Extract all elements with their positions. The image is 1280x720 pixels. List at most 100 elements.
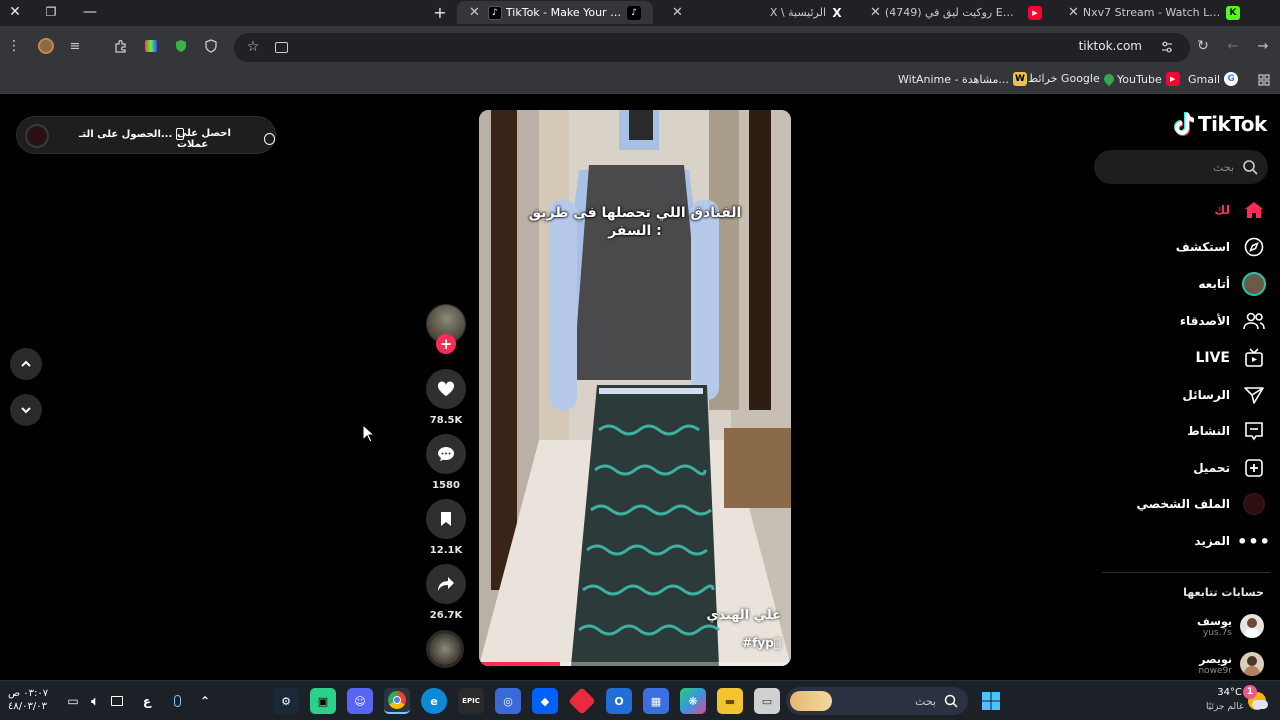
site-settings-icon[interactable] — [1156, 36, 1178, 58]
profile-avatar-icon — [1242, 492, 1266, 516]
windows-start-icon[interactable] — [978, 688, 1004, 714]
following-avatar — [1240, 614, 1264, 638]
tiktok-page: الحصول على التـ... احصل على عملات الفناد… — [0, 96, 1280, 680]
video-author[interactable]: علي الهندي — [706, 608, 781, 623]
edge-icon[interactable]: e — [421, 688, 447, 714]
search-box[interactable]: بحث — [1094, 150, 1268, 184]
like-action[interactable]: 78.5K — [426, 369, 466, 426]
extension-avatar-icon[interactable] — [35, 35, 57, 57]
address-bar[interactable]: ☆ tiktok.com — [234, 33, 1190, 62]
clock[interactable]: ٠٣:٠٧ ص ٤٨/٠٣/٠٣ — [8, 687, 48, 713]
outlook-icon[interactable]: O — [606, 688, 632, 714]
file-explorer-icon[interactable]: ▬ — [717, 688, 743, 714]
save-action[interactable]: 12.1K — [426, 499, 466, 556]
get-app-link[interactable]: الحصول على التـ... — [79, 128, 185, 140]
bookmark-star-icon[interactable]: ☆ — [242, 36, 264, 58]
video-player[interactable]: الفنادق اللي تحصلها في طريق السفر : علي … — [479, 110, 791, 666]
tab-tiktok[interactable]: ✕ ♪ TikTok - Make Your Day ♪ — [457, 1, 653, 24]
kick-icon: K — [1226, 5, 1240, 20]
apps-grid-icon[interactable] — [1253, 69, 1275, 91]
bookmarks-bar: Gmail G YouTube ▶ خرائط Google WitAnime … — [0, 66, 1280, 94]
nav-messages[interactable]: الرسائل — [1096, 380, 1266, 410]
store-icon[interactable]: ▦ — [643, 688, 669, 714]
tab-youtube[interactable]: ✕ (4749) روكيت ليق في EWC 26 - ▶ — [858, 1, 1054, 24]
share-arrow-icon[interactable] — [426, 564, 466, 604]
nav-following[interactable]: أتابعه — [1096, 269, 1266, 299]
nav-profile[interactable]: الملف الشخصي — [1096, 489, 1266, 519]
nav-more[interactable]: المزيد ••• — [1096, 526, 1269, 556]
tiktok-logo[interactable]: TikTok — [1172, 112, 1267, 136]
tab-close-icon[interactable]: ✕ — [870, 5, 881, 20]
window-close-button[interactable]: ✕ — [3, 1, 27, 23]
microphone-icon[interactable] — [164, 688, 190, 714]
back-arrow-icon[interactable]: → — [1252, 35, 1274, 57]
tab-close-icon[interactable]: ✕ — [672, 5, 683, 20]
media-controls-icon[interactable]: ≡ — [64, 35, 86, 57]
reload-icon[interactable]: ↻ — [1192, 35, 1214, 57]
bookmark-witanime[interactable]: WitAnime - مشاهدة... W — [898, 72, 1031, 86]
forward-arrow-icon[interactable]: ← — [1222, 35, 1244, 57]
following-item[interactable]: نويصر nowe9r — [1198, 652, 1264, 676]
following-item[interactable]: يوسف yus.7s — [1197, 614, 1264, 638]
bookmark-icon[interactable] — [426, 499, 466, 539]
following-avatar-icon — [1242, 272, 1266, 296]
ubisoft-icon[interactable]: ◎ — [495, 688, 521, 714]
adblock-shield-icon[interactable] — [170, 35, 192, 57]
chevron-down-icon — [21, 407, 31, 414]
tab-x[interactable]: ✕ X \ الرئيسية X — [660, 1, 856, 24]
next-video-button[interactable] — [10, 394, 42, 426]
weather-widget[interactable]: 34°C غالم جزئيًا — [1206, 686, 1244, 714]
activity-icon — [1242, 419, 1266, 443]
comment-bubble-icon[interactable] — [426, 434, 466, 474]
friends-icon — [1242, 309, 1266, 333]
new-tab-button[interactable]: + — [428, 1, 452, 23]
follow-plus-button[interactable]: + — [436, 334, 456, 354]
app-green-icon[interactable]: ▣ — [310, 688, 336, 714]
window-restore-button[interactable]: ❐ — [39, 1, 63, 23]
discord-icon[interactable]: ☺ — [347, 688, 373, 714]
nav-explore[interactable]: استكشف — [1096, 232, 1266, 262]
nav-for-you[interactable]: لك — [1096, 195, 1266, 225]
tab-kick[interactable]: ✕ Nxv7 Stream - Watch Live on Ki K — [1056, 1, 1252, 24]
menu-kebab-icon[interactable]: ⋮ — [3, 35, 25, 57]
share-action[interactable]: 26.7K — [426, 564, 466, 621]
network-icon[interactable] — [104, 688, 130, 714]
bookmark-maps[interactable]: خرائط Google — [1028, 71, 1118, 86]
taskbar-search[interactable]: بحث — [786, 687, 968, 715]
like-count: 78.5K — [429, 415, 463, 426]
windows-taskbar: ٠٣:٠٧ ص ٤٨/٠٣/٠٣ ▭ 🔈︎ ع ⌃ ⚙ ▣ ☺ e EPIC ◎… — [0, 680, 1280, 720]
home-icon — [1242, 198, 1266, 222]
get-coins-link[interactable]: احصل على عملات — [177, 128, 275, 150]
extension-color-icon[interactable] — [140, 35, 162, 57]
translate-icon[interactable] — [270, 36, 292, 58]
video-hashtag[interactable]: #fyp‌🏻 — [742, 636, 781, 650]
language-indicator[interactable]: ع — [134, 688, 160, 714]
clock-date: ٤٨/٠٣/٠٣ — [8, 701, 47, 712]
app-red-diamond-icon[interactable] — [568, 687, 596, 715]
nav-upload[interactable]: تحميل — [1096, 453, 1266, 483]
window-minimize-button[interactable]: — — [78, 1, 102, 23]
bookmark-gmail[interactable]: Gmail G — [1188, 72, 1242, 86]
privacy-shield-icon[interactable] — [200, 35, 222, 57]
video-progress-track[interactable] — [479, 662, 791, 666]
extensions-puzzle-icon[interactable] — [110, 35, 132, 57]
heart-icon[interactable] — [426, 369, 466, 409]
chrome-icon[interactable] — [384, 688, 410, 714]
steam-icon[interactable]: ⚙ — [273, 688, 299, 714]
nav-live[interactable]: LIVE — [1096, 343, 1266, 373]
logo-text: TikTok — [1198, 112, 1267, 136]
bookmark-youtube[interactable]: YouTube ▶ — [1117, 72, 1184, 86]
copilot-icon[interactable]: ❋ — [680, 688, 706, 714]
tab-close-icon[interactable]: ✕ — [469, 5, 480, 20]
music-disc-icon[interactable] — [426, 630, 464, 668]
avatar-circle[interactable] — [25, 124, 49, 148]
nav-friends[interactable]: الأصدقاء — [1096, 306, 1266, 336]
task-view-icon[interactable]: ▭ — [754, 688, 780, 714]
comment-action[interactable]: 1580 — [426, 434, 466, 491]
tray-chevron-up-icon[interactable]: ⌃ — [192, 688, 218, 714]
tab-close-icon[interactable]: ✕ — [1068, 5, 1079, 20]
nav-activity[interactable]: النشاط — [1096, 416, 1266, 446]
dropbox-icon[interactable]: ◆ — [532, 688, 558, 714]
epic-games-icon[interactable]: EPIC — [458, 688, 484, 714]
previous-video-button[interactable] — [10, 348, 42, 380]
